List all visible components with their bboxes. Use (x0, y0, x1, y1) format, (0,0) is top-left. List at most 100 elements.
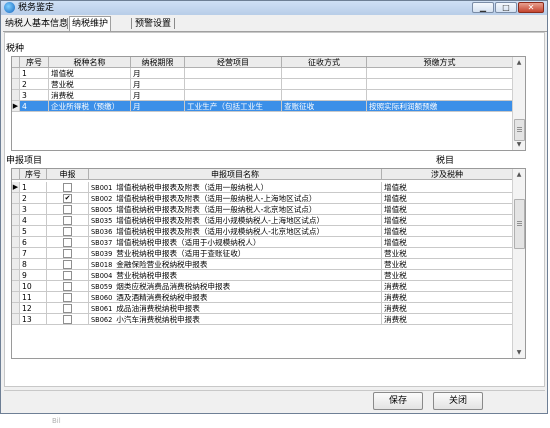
table-row[interactable]: 1 增值税月 (12, 68, 513, 79)
checkbox-checked[interactable]: ✔ (63, 193, 72, 203)
row-indicator (12, 270, 20, 281)
checkbox[interactable] (63, 226, 72, 236)
table-row[interactable]: 13 SB062 小汽车消费税纳税申报表 消费税 (12, 314, 513, 325)
table-row[interactable]: ▶ 1 SB001 增值税纳税申报表及附表（适用一般纳税人） 增值税 (12, 182, 513, 193)
item-code: SB060 (91, 294, 113, 302)
checkbox[interactable] (63, 215, 72, 225)
scroll-thumb[interactable] (514, 119, 525, 141)
title-bar[interactable]: 税务鉴定 ▁ □ ✕ (1, 1, 547, 15)
scroll-grip (517, 127, 522, 128)
scroll-down-icon[interactable]: ▼ (513, 347, 525, 358)
item-name: 增值税纳税申报表及附表（适用一般纳税人-上海地区试点） (116, 194, 317, 203)
maintenance-panel: 税种 序号 税种名称 纳税期限 经营项目 征收方式 预缴方式 1 增值税月 2 营业税月 3 消费税月… (4, 32, 545, 387)
row-indicator (12, 259, 20, 270)
tax-name: 增值税 (49, 68, 131, 79)
tab-tax-maintenance[interactable]: 纳税维护 (69, 16, 112, 31)
scroll-grip (517, 131, 522, 132)
checkbox[interactable] (63, 292, 72, 302)
row-number: 3 (20, 90, 49, 101)
table-row[interactable]: 2 ✔ SB002 增值税纳税申报表及附表（适用一般纳税人-上海地区试点） 增值税 (12, 193, 513, 204)
table-row[interactable]: 2 营业税月 (12, 79, 513, 90)
prepay-method (367, 90, 513, 101)
item-name: 金融保险营业税纳税申报表 (116, 260, 208, 269)
row-number: 7 (20, 248, 47, 259)
row-indicator (12, 79, 20, 90)
table-row[interactable]: ▶ 4 企业所得税（预缴）月工业生产（包括工业生 查账征收 按照实际利润额预缴 (12, 101, 513, 112)
maximize-icon[interactable]: □ (495, 2, 517, 13)
tab-taxpayer-info[interactable]: 纳税人基本信息 (3, 17, 70, 31)
column-header: 税种名称 (49, 57, 131, 68)
checkbox[interactable] (63, 281, 72, 291)
scroll-thumb[interactable] (514, 199, 525, 249)
table-row[interactable]: 5 SB036 增值税纳税申报表及附表（适用小规模纳税人-北京地区试点） 增值税 (12, 226, 513, 237)
declare-checkbox-cell (47, 237, 89, 248)
row-indicator (12, 204, 20, 215)
declare-item-name: SB004 营业税纳税申报表 (89, 270, 382, 281)
collection-method: 查账征收 (282, 101, 367, 112)
tab-bar: 纳税人基本信息 纳税维护 预警设置 (3, 16, 547, 32)
checkbox[interactable] (63, 259, 72, 269)
tax-name: 营业税 (49, 79, 131, 90)
tax-grid[interactable]: 序号 税种名称 纳税期限 经营项目 征收方式 预缴方式 1 增值税月 2 营业税月 3 消费税月 ▶ 4 企… (11, 56, 526, 151)
item-name: 烟类应税消费品消费税纳税申报表 (116, 282, 231, 291)
checkbox[interactable] (63, 270, 72, 280)
scroll-up-icon[interactable]: ▲ (513, 57, 525, 68)
row-number: 6 (20, 237, 47, 248)
table-row[interactable]: 8 SB018 金融保险营业税纳税申报表 营业税 (12, 259, 513, 270)
business-item (185, 90, 282, 101)
row-indicator (12, 237, 20, 248)
row-number: 4 (20, 215, 47, 226)
checkbox[interactable] (63, 314, 72, 324)
save-button[interactable]: 保存 (373, 392, 423, 410)
tax-grid-header: 序号 税种名称 纳税期限 经营项目 征收方式 预缴方式 (12, 57, 513, 68)
declare-section-label: 申报项目 (6, 156, 43, 166)
minimize-icon[interactable]: ▁ (472, 2, 494, 13)
close-button[interactable]: 关闭 (433, 392, 483, 410)
declare-item-name: SB062 小汽车消费税纳税申报表 (89, 314, 382, 325)
item-code: SB062 (91, 316, 113, 324)
table-row[interactable]: 6 SB037 增值税纳税申报表（适用于小规模纳税人） 增值税 (12, 237, 513, 248)
column-header: 申报项目名称 (89, 169, 382, 180)
table-row[interactable]: 7 SB039 营业税纳税申报表（适用于查账征收） 营业税 (12, 248, 513, 259)
row-indicator (12, 215, 20, 226)
declare-item-name: SB002 增值税纳税申报表及附表（适用一般纳税人-上海地区试点） (89, 193, 382, 204)
table-row[interactable]: 12 SB061 成品油消费税纳税申报表 消费税 (12, 303, 513, 314)
item-name: 增值税纳税申报表（适用于小规模纳税人） (116, 238, 261, 247)
table-row[interactable]: 3 消费税月 (12, 90, 513, 101)
item-code: SB005 (91, 206, 113, 214)
declare-item-name: SB005 增值税纳税申报表及附表（适用一般纳税人-北京地区试点） (89, 204, 382, 215)
tax-period: 月 (131, 68, 185, 79)
close-icon[interactable]: ✕ (518, 2, 544, 13)
tab-warning-settings[interactable]: 预警设置 (133, 17, 173, 31)
declare-grid[interactable]: 序号 申报 申报项目名称 涉及税种 ▶ 1 SB001 增值税纳税申报表及附表（适用一般纳税人… (11, 168, 526, 359)
checkbox[interactable] (63, 248, 72, 258)
table-row[interactable]: 10 SB059 烟类应税消费品消费税纳税申报表 消费税 (12, 281, 513, 292)
scroll-up-icon[interactable]: ▲ (513, 169, 525, 180)
declare-item-name: SB001 增值税纳税申报表及附表（适用一般纳税人） (89, 182, 382, 193)
item-name: 酒及酒精消费税纳税申报表 (116, 293, 208, 302)
item-code: SB002 (91, 195, 113, 203)
declare-checkbox-cell (47, 270, 89, 281)
table-row[interactable]: 11 SB060 酒及酒精消费税纳税申报表 消费税 (12, 292, 513, 303)
checkbox[interactable] (63, 182, 72, 192)
declare-grid-scrollbar[interactable]: ▲ ▼ (512, 169, 525, 358)
related-tax: 营业税 (382, 259, 513, 270)
item-code: SB061 (91, 305, 113, 313)
table-row[interactable]: 4 SB035 增值税纳税申报表及附表（适用小规模纳税人-上海地区试点） 增值税 (12, 215, 513, 226)
related-tax: 增值税 (382, 237, 513, 248)
table-row[interactable]: 3 SB005 增值税纳税申报表及附表（适用一般纳税人-北京地区试点） 增值税 (12, 204, 513, 215)
tax-grid-scrollbar[interactable]: ▲ ▼ (512, 57, 525, 150)
checkbox[interactable] (63, 204, 72, 214)
header-indicator (12, 57, 20, 68)
tax-item-label: 税目 (436, 156, 455, 166)
checkbox[interactable] (63, 237, 72, 247)
column-header: 征收方式 (282, 57, 367, 68)
table-row[interactable]: 9 SB004 营业税纳税申报表 营业税 (12, 270, 513, 281)
related-tax: 消费税 (382, 292, 513, 303)
item-code: SB018 (91, 261, 113, 269)
checkbox[interactable] (63, 303, 72, 313)
row-number: 8 (20, 259, 47, 270)
declare-item-name: SB036 增值税纳税申报表及附表（适用小规模纳税人-北京地区试点） (89, 226, 382, 237)
row-indicator (12, 248, 20, 259)
tax-period: 月 (131, 101, 185, 112)
